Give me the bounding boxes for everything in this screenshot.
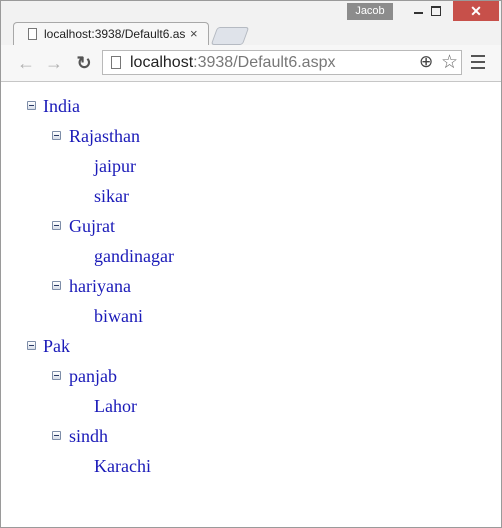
collapse-toggle-icon[interactable] [52,281,61,290]
tree-node-jaipur[interactable]: jaipur [94,156,136,177]
toolbar: ← → ↻ localhost:3938/Default6.aspx ⊕ ☆ [1,45,501,82]
tab-default6[interactable]: localhost:3938/Default6.as × [13,22,209,46]
browser-window: Jacob ✕ localhost:3938/Default6.as × ← →… [0,0,502,528]
collapse-toggle-icon[interactable] [27,101,36,110]
user-badge[interactable]: Jacob [347,3,393,20]
tree-node-lahor[interactable]: Lahor [94,396,137,417]
tab-title: localhost:3938/Default6.as [44,27,186,41]
close-icon: ✕ [470,3,482,19]
tree-node-hariyana[interactable]: hariyana [69,276,131,297]
close-window-button[interactable]: ✕ [453,1,499,21]
address-bar[interactable]: localhost:3938/Default6.aspx ⊕ ☆ [102,50,462,75]
tree-node-biwani[interactable]: biwani [94,306,143,327]
tree-node-gandinagar[interactable]: gandinagar [94,246,174,267]
collapse-toggle-icon[interactable] [52,371,61,380]
tree-node-sikar[interactable]: sikar [94,186,129,207]
bookmark-star-icon[interactable]: ☆ [441,51,458,74]
back-arrow-icon[interactable]: ← [15,52,37,74]
tab-close-icon[interactable]: × [190,26,198,41]
reload-icon[interactable]: ↻ [73,52,95,74]
tab-strip: localhost:3938/Default6.as × [1,19,501,46]
collapse-toggle-icon[interactable] [52,221,61,230]
page-icon [111,56,121,69]
tree-node-panjab[interactable]: panjab [69,366,117,387]
tree-node-pak[interactable]: Pak [43,336,70,357]
zoom-icon[interactable]: ⊕ [419,52,433,72]
url-path: :3938/Default6.aspx [193,54,336,71]
forward-arrow-icon[interactable]: → [43,52,65,74]
collapse-toggle-icon[interactable] [52,131,61,140]
tree-node-sindh[interactable]: sindh [69,426,108,447]
collapse-toggle-icon[interactable] [52,431,61,440]
menu-icon[interactable] [471,55,485,71]
page-icon [28,28,37,40]
url-host: localhost [130,54,194,71]
tree-node-rajasthan[interactable]: Rajasthan [69,126,140,147]
tree-node-karachi[interactable]: Karachi [94,456,151,477]
maximize-icon [431,6,441,16]
collapse-toggle-icon[interactable] [27,341,36,350]
new-tab-button[interactable] [210,27,250,45]
maximize-button[interactable] [421,1,451,21]
url-text[interactable]: localhost:3938/Default6.aspx [130,54,335,72]
tree-node-india[interactable]: India [43,96,80,117]
tree-node-gujrat[interactable]: Gujrat [69,216,115,237]
page-content: India Rajasthan jaipur sikar Gujrat gandinaga… [1,82,501,527]
